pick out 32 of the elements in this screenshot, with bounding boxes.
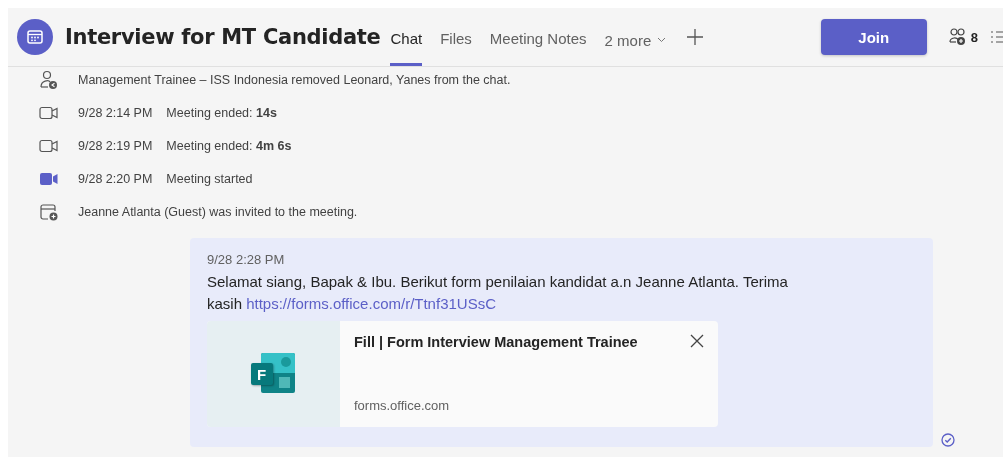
list-icon[interactable] (990, 29, 1003, 45)
person-remove-icon (39, 70, 59, 90)
message-text: Selamat siang, Bapak & Ibu. Berikut form penilaian kandidat a.n Jeanne Atlanta. Terima kasih https://forms.office.com/r/Ttnf31USsC (207, 272, 789, 314)
event-text: Management Trainee – ISS Indonesia removed Leonard, Yanes from the chat. (78, 73, 511, 87)
event-text: Meeting ended: 14s (166, 106, 277, 120)
event-text: Meeting started (166, 172, 253, 186)
participants-button[interactable]: 8 (948, 28, 978, 46)
add-icon[interactable] (686, 28, 705, 46)
tab[interactable]: Chat (390, 8, 423, 66)
event-time: 9/28 2:20 PM (78, 172, 153, 186)
close-icon[interactable] (690, 334, 704, 348)
more-tabs-dropdown[interactable]: 2 more (604, 8, 667, 66)
message-time: 9/28 2:28 PM (207, 252, 286, 267)
video-camera-icon (39, 172, 59, 186)
event-time: 9/28 2:14 PM (78, 106, 153, 120)
calendar-icon (17, 19, 53, 55)
event-text: Jeanne Atlanta (Guest) was invited to the meeting. (78, 205, 358, 219)
join-button[interactable]: Join (820, 19, 927, 55)
event-text: Meeting ended: 4m 6s (166, 139, 292, 153)
calendar-add-icon (39, 202, 59, 222)
event-time: 9/28 2:19 PM (78, 139, 153, 153)
video-camera-icon (39, 139, 59, 153)
preview-title: Fill | Form Interview Management Trainee (354, 334, 638, 350)
tab[interactable]: Meeting Notes (489, 8, 587, 66)
link-preview-card[interactable]: F Fill | Form Interview Management Trainee forms.office.com (207, 321, 718, 427)
video-camera-icon (39, 106, 59, 120)
preview-domain: forms.office.com (354, 398, 451, 413)
chevron-down-icon (657, 37, 667, 43)
forms-logo: F (250, 353, 297, 395)
form-link[interactable]: https://forms.office.com/r/Ttnf31USsC (246, 295, 496, 312)
tab[interactable]: Files (440, 8, 472, 66)
chat-title: Interview for MT Candidate (65, 25, 381, 49)
